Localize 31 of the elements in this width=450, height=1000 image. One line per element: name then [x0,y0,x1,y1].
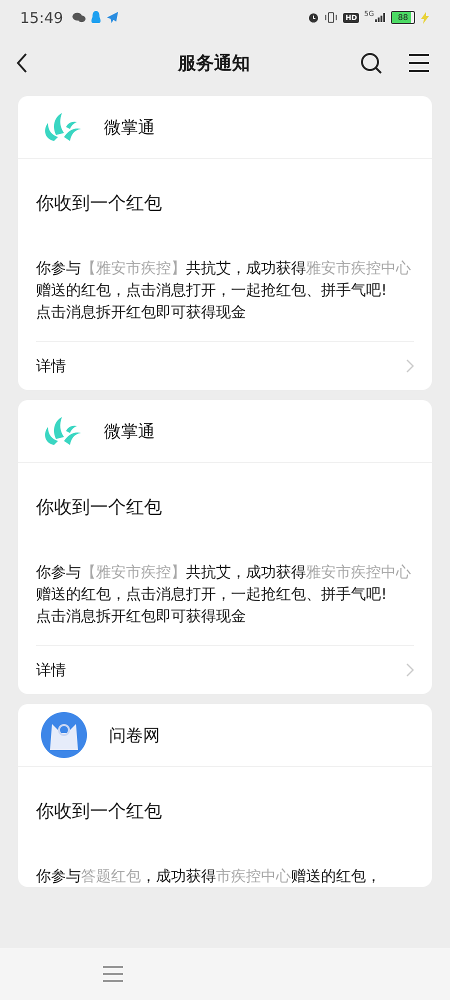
alarm-icon [308,12,320,23]
message-title: 你收到一个红包 [36,800,163,824]
message-text: 你参与【雅安市疾控】共抗艾，成功获得雅安市疾控中心 赠送的红包，点击消息打开，一起抢红包、拼手气吧! [36,258,412,301]
message-title: 你收到一个红包 [36,496,163,520]
message-text: 你参与【雅安市疾控】共抗艾，成功获得雅安市疾控中心 赠送的红包，点击消息打开，一起抢红包、拼手气吧! [36,562,412,605]
message-note: 点击消息拆开红包即可获得现金 [36,606,247,627]
details-link[interactable]: 详情 [36,341,414,390]
notification-card[interactable]: 微掌通 你收到一个红包 你参与【雅安市疾控】共抗艾，成功获得雅安市疾控中心 赠送的红包，点击消息打开，一起抢红包、拼手气吧! 点击消息拆开红包即可获得现金 详情 [18,400,432,694]
page-title: 服务通知 [176,52,251,74]
battery-level: 88 [398,13,408,22]
back-icon[interactable] [16,52,28,72]
vibrate-icon [324,12,338,23]
message-title: 你收到一个红包 [36,192,163,216]
menu-icon[interactable] [408,52,430,72]
message-text: 你参与答题红包，成功获得市疾控中心赠送的红包， [36,866,382,887]
sender-name: 微掌通 [104,420,155,442]
sender-name: 问卷网 [109,724,160,746]
swirl-logo-icon [42,111,82,143]
status-time: 15:49 [20,8,64,26]
search-icon[interactable] [360,52,382,74]
chat-bubbles-icon [72,12,86,23]
chevron-right-icon [406,663,414,677]
details-link[interactable]: 详情 [36,645,414,694]
notification-card[interactable]: 问卷网 你收到一个红包 你参与答题红包，成功获得市疾控中心赠送的红包， [18,704,432,887]
sender-name: 微掌通 [104,116,155,138]
message-note: 点击消息拆开红包即可获得现金 [36,302,247,323]
swirl-logo-icon [42,415,82,447]
signal-icon [375,13,386,22]
notification-card[interactable]: 微掌通 你收到一个红包 你参与【雅安市疾控】共抗艾，成功获得雅安市疾控中心 赠送的红包，点击消息打开，一起抢红包、拼手气吧! 点击消息拆开红包即可获得现金 详情 [18,96,432,390]
paper-plane-icon [106,11,120,24]
chevron-right-icon [406,359,414,373]
